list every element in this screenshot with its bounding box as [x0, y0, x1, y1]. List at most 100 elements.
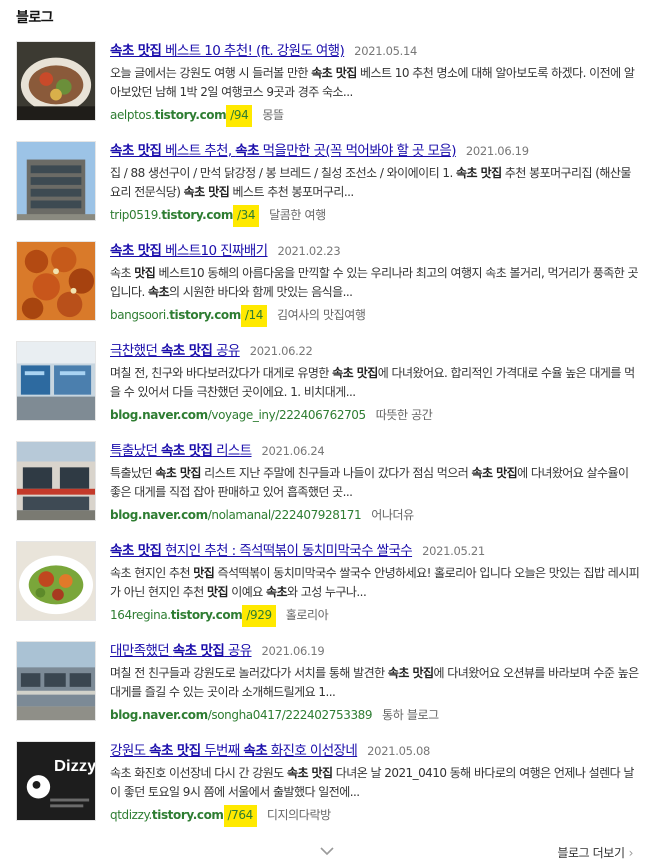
- title-text: 강원도: [110, 743, 150, 759]
- result-meta: blog.naver.com/songha0417/222402753389 통하…: [110, 705, 640, 723]
- result-snippet: 특출났던 속초 맛집 리스트 지난 주말에 친구들과 나들이 갔다가 점심 먹으…: [110, 464, 640, 502]
- result-meta: aelptos.tistory.com/94 몽뜰: [110, 105, 640, 127]
- chevron-right-icon: ›: [628, 846, 634, 860]
- result-meta: bangsoori.tistory.com/14 김여사의 맛집여행: [110, 305, 640, 327]
- source-url-link[interactable]: blog.naver.com/nolamanal/222407928171: [110, 508, 362, 522]
- title-text: 두번째: [200, 743, 244, 759]
- blog-result-item: 속초 맛집 베스트 추천, 속초 먹을만한 곳(꼭 먹어봐야 할 곳 모음) 20…: [0, 138, 657, 238]
- blog-author-link[interactable]: 디지의다락방: [267, 808, 331, 822]
- blog-author-link[interactable]: 홀로리아: [286, 608, 329, 622]
- url-marked: /929: [242, 605, 276, 627]
- snippet-text: 이예요: [227, 585, 266, 599]
- title-text: 베스트 추천,: [161, 143, 236, 159]
- chevron-down-icon[interactable]: [318, 842, 336, 860]
- blog-author-link[interactable]: 김여사의 맛집여행: [277, 308, 366, 322]
- blog-result-item: 극찬했던 속초 맛집 공유 2021.06.22 며칠 전, 친구와 바다보러갔다가…: [0, 338, 657, 438]
- result-content: 속초 맛집 베스트10 진짜배기 2021.02.23 속초 맛집 베스트10 동해…: [110, 240, 640, 327]
- thumbnail-image[interactable]: [16, 141, 96, 221]
- source-url-link[interactable]: bangsoori.tistory.com/14: [110, 305, 267, 327]
- post-date: 2021.05.08: [367, 744, 431, 758]
- footer: 블로그 더보기 ›: [0, 842, 657, 864]
- source-url-link[interactable]: blog.naver.com/songha0417/222402753389: [110, 708, 373, 722]
- title-line: 극찬했던 속초 맛집 공유 2021.06.22: [110, 340, 640, 360]
- blog-author-link[interactable]: 따뜻한 공간: [376, 408, 433, 422]
- url-text: trip0519.: [110, 208, 162, 222]
- result-title-link[interactable]: 특출났던 속초 맛집 리스트: [110, 443, 252, 459]
- thumbnail-image[interactable]: [16, 441, 96, 521]
- title-text: 대만족했던: [110, 643, 173, 659]
- result-title-link[interactable]: 속초 맛집 베스트 추천, 속초 먹을만한 곳(꼭 먹어봐야 할 곳 모음): [110, 143, 456, 159]
- snippet-text: 베스트 추천 봉포머구리...: [229, 185, 354, 199]
- result-meta: trip0519.tistory.com/34 달콤한 여행: [110, 205, 640, 227]
- result-content: 속초 맛집 베스트 10 추천! (ft. 강원도 여행) 2021.05.14 오…: [110, 40, 640, 127]
- url-highlight: tistory.com: [154, 108, 227, 122]
- url-text: aelptos.: [110, 108, 155, 122]
- post-date: 2021.06.24: [261, 444, 325, 458]
- url-marked: /34: [232, 205, 260, 227]
- result-title-link[interactable]: 대만족했던 속초 맛집 공유: [110, 643, 252, 659]
- thumbnail-image[interactable]: [16, 341, 96, 421]
- title-text: 현지인 추천 : 즉석떡볶이 동치미막국수 쌀국수: [161, 543, 413, 559]
- result-title-link[interactable]: 속초 맛집 베스트10 진짜배기: [110, 243, 268, 259]
- title-line: 속초 맛집 베스트 10 추천! (ft. 강원도 여행) 2021.05.14: [110, 40, 640, 60]
- result-snippet: 며칠 전, 친구와 바다보러갔다가 대게로 유명한 속초 맛집에 다녀왔어요. …: [110, 364, 640, 402]
- source-url-link[interactable]: 164regina.tistory.com/929: [110, 605, 276, 627]
- snippet-text: 특출났던: [110, 466, 156, 480]
- blog-result-item: 속초 맛집 베스트10 진짜배기 2021.02.23 속초 맛집 베스트10 동해…: [0, 238, 657, 338]
- snippet-text: 며칠 전 친구들과 강원도로 놀러갔다가 서치를 통해 발견한: [110, 666, 388, 680]
- snippet-highlight: 속초: [148, 285, 170, 299]
- thumbnail-image[interactable]: [16, 641, 96, 721]
- blog-result-item: 속초 맛집 베스트 10 추천! (ft. 강원도 여행) 2021.05.14 오…: [0, 38, 657, 138]
- post-date: 2021.02.23: [277, 244, 341, 258]
- source-url-link[interactable]: qtdizzy.tistory.com/764: [110, 805, 257, 827]
- title-highlight: 속초 맛집: [160, 343, 213, 359]
- blog-author-link[interactable]: 어나더유: [371, 508, 414, 522]
- url-text: /songha0417/222402753389: [207, 708, 373, 722]
- title-text: 먹을만한 곳(꼭 먹어봐야 할 곳 모음): [258, 143, 457, 159]
- result-title-link[interactable]: 극찬했던 속초 맛집 공유: [110, 343, 240, 359]
- post-date: 2021.05.21: [422, 544, 485, 558]
- snippet-text: 와 고성 누구나...: [286, 585, 367, 599]
- source-url-link[interactable]: trip0519.tistory.com/34: [110, 205, 260, 227]
- result-content: 강원도 속초 맛집 두번째 속초 화진호 이선장네 2021.05.08 속초 화진…: [110, 740, 640, 827]
- snippet-highlight: 맛집: [134, 266, 156, 280]
- snippet-highlight: 속초 맛집: [183, 185, 230, 199]
- result-content: 극찬했던 속초 맛집 공유 2021.06.22 며칠 전, 친구와 바다보러갔다가…: [110, 340, 640, 423]
- result-snippet: 집 / 88 생선구이 / 만석 닭강정 / 봉 브레드 / 칠성 조선소 / …: [110, 164, 640, 202]
- url-highlight: blog.naver.com: [110, 408, 208, 422]
- snippet-highlight: 속초 맛집: [311, 66, 357, 80]
- source-url-link[interactable]: blog.naver.com/voyage_iny/222406762705: [110, 408, 366, 422]
- snippet-text: 속초: [110, 266, 135, 280]
- title-highlight: 속초 맛집: [110, 243, 162, 259]
- title-highlight: 속초: [235, 143, 259, 159]
- blog-author-link[interactable]: 통하 블로그: [382, 708, 439, 722]
- snippet-highlight: 속초 맛집: [387, 666, 434, 680]
- thumbnail-image[interactable]: [16, 541, 96, 621]
- title-highlight: 속초 맛집: [110, 143, 162, 159]
- thumbnail-image[interactable]: [16, 41, 96, 121]
- title-text: 화진호 이선장네: [267, 743, 358, 759]
- thumbnail-image[interactable]: Dizzy: [16, 741, 96, 821]
- thumbnail-image[interactable]: [16, 241, 96, 321]
- result-title-link[interactable]: 강원도 속초 맛집 두번째 속초 화진호 이선장네: [110, 743, 358, 759]
- source-url-link[interactable]: aelptos.tistory.com/94: [110, 105, 253, 127]
- url-highlight: tistory.com: [170, 608, 243, 622]
- title-highlight: 속초: [243, 743, 268, 759]
- title-text: 베스트 10 추천! (ft. 강원도 여행): [161, 43, 345, 59]
- url-text: qtdizzy.: [110, 808, 152, 822]
- title-line: 대만족했던 속초 맛집 공유 2021.06.19: [110, 640, 640, 660]
- result-title-link[interactable]: 속초 맛집 베스트 10 추천! (ft. 강원도 여행): [110, 43, 345, 59]
- result-snippet: 속초 화진호 이선장네 다시 간 강원도 속초 맛집 다녀온 날 2021_04…: [110, 764, 640, 802]
- result-title-link[interactable]: 속초 맛집 현지인 추천 : 즉석떡볶이 동치미막국수 쌀국수: [110, 543, 413, 559]
- title-text: 공유: [224, 643, 252, 659]
- blog-author-link[interactable]: 달콤한 여행: [269, 208, 326, 222]
- blog-more-link[interactable]: 블로그 더보기 ›: [557, 844, 633, 861]
- snippet-highlight: 속초 맛집: [471, 466, 518, 480]
- result-snippet: 속초 현지인 추천 맛집 즉석떡볶이 동치미막국수 쌀국수 안녕하세요! 홀로리…: [110, 564, 640, 602]
- result-meta: 164regina.tistory.com/929 홀로리아: [110, 605, 640, 627]
- snippet-text: 오늘 글에서는 강원도 여행 시 들러볼 만한: [110, 66, 312, 80]
- blog-author-link[interactable]: 몽뜰: [262, 108, 284, 122]
- snippet-highlight: 속초 맛집: [455, 166, 502, 180]
- snippet-highlight: 속초 맛집: [155, 466, 201, 480]
- snippet-highlight: 속초 맛집: [286, 766, 333, 780]
